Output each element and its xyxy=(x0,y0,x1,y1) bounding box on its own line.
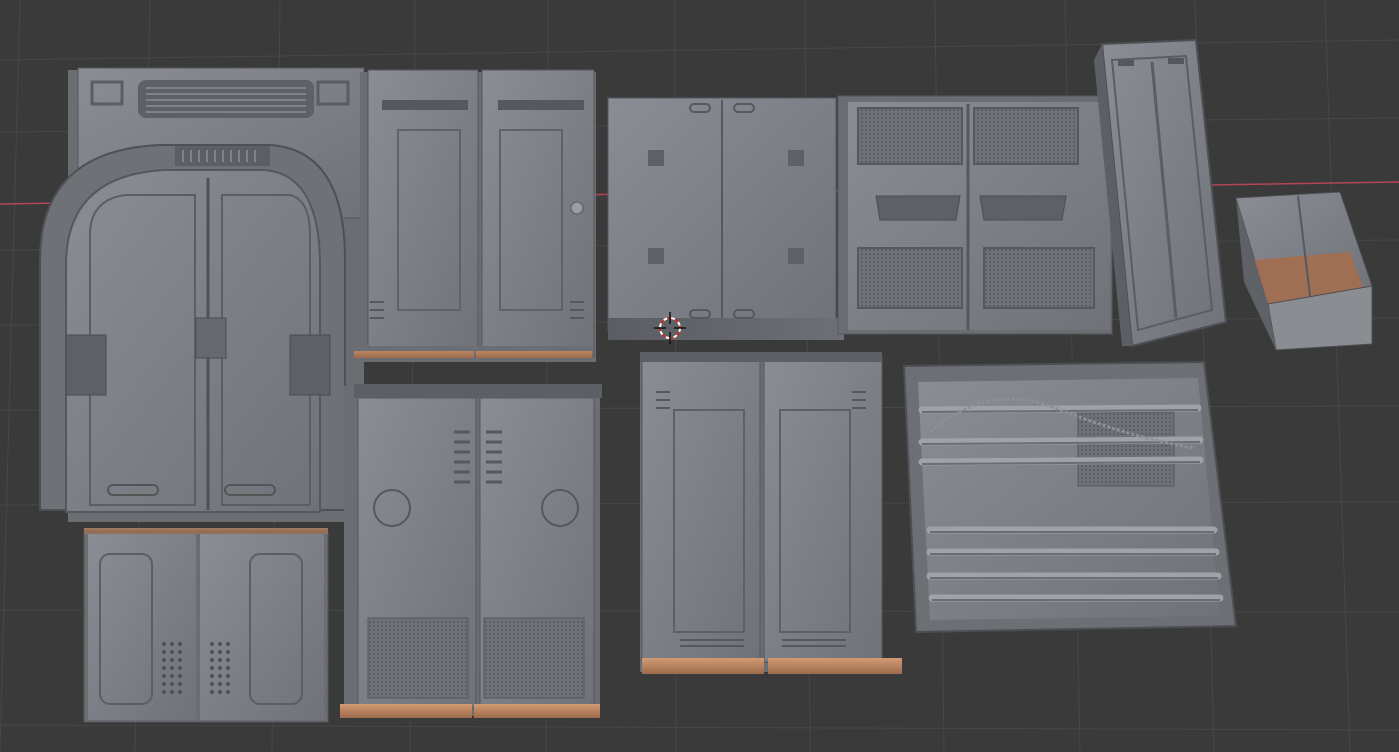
arched-sliding-door-panel[interactable] xyxy=(39,67,365,522)
tall-pillar-column[interactable] xyxy=(1094,38,1228,348)
small-crate-block[interactable] xyxy=(1235,191,1373,351)
double-door-panel-top-vents[interactable] xyxy=(354,69,596,362)
mesh-grille-wall-panel[interactable] xyxy=(837,95,1113,335)
3d-viewport[interactable] xyxy=(0,0,1399,752)
flat-wall-panel-brackets[interactable] xyxy=(607,97,844,340)
short-double-door-panel[interactable] xyxy=(83,528,329,723)
double-door-panel-round-hatches[interactable] xyxy=(340,384,602,718)
double-door-panel-center-seam[interactable] xyxy=(640,352,902,674)
pipe-rack-wall-panel[interactable] xyxy=(902,360,1238,634)
